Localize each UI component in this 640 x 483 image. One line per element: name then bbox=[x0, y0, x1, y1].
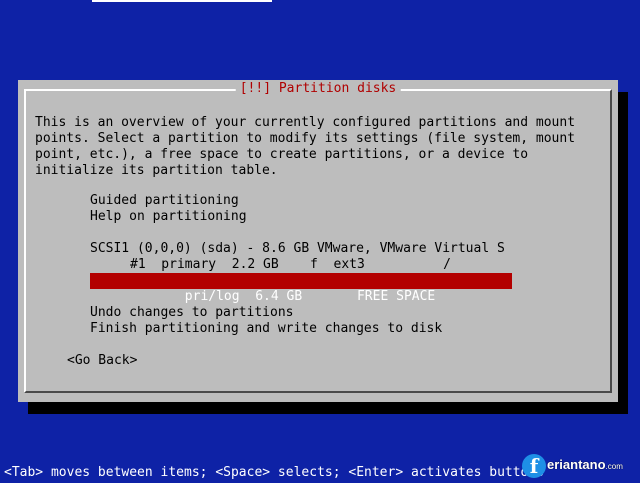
go-back-button[interactable]: <Go Back> bbox=[67, 353, 137, 369]
logo-suffix: .com bbox=[605, 462, 623, 471]
status-bar-hint: <Tab> moves between items; <Space> selec… bbox=[4, 465, 545, 480]
dialog-title: [!!] Partition disks bbox=[235, 81, 401, 97]
menu-item-partition-1[interactable]: #1 primary 2.2 GB f ext3 / bbox=[130, 257, 451, 273]
description-line-2: points. Select a partition to modify its… bbox=[35, 131, 576, 146]
menu-item-guided-partitioning[interactable]: Guided partitioning bbox=[90, 193, 239, 209]
partition-dialog: [!!] Partition disks This is an overview… bbox=[18, 80, 618, 402]
menu-item-free-space-selected[interactable]: pri/log 6.4 GB FREE SPACE bbox=[90, 273, 512, 304]
free-space-label: pri/log 6.4 GB FREE SPACE bbox=[161, 289, 436, 304]
menu-item-undo-changes[interactable]: Undo changes to partitions bbox=[90, 305, 294, 321]
description-line-4: initialize its partition table. bbox=[35, 163, 278, 178]
menu-item-finish-partitioning[interactable]: Finish partitioning and write changes to… bbox=[90, 321, 442, 337]
description-line-1: This is an overview of your currently co… bbox=[35, 115, 576, 130]
menu-item-disk-device[interactable]: SCSI1 (0,0,0) (sda) - 8.6 GB VMware, VMw… bbox=[90, 241, 505, 257]
watermark-logo: f eriantano.com bbox=[522, 453, 623, 479]
logo-text: eriantano.com bbox=[547, 457, 623, 475]
logo-name: eriantano bbox=[547, 457, 606, 472]
description-line-3: point, etc.), a free space to create par… bbox=[35, 147, 529, 162]
top-edge-strip bbox=[92, 0, 272, 2]
logo-f-icon: f bbox=[522, 454, 546, 478]
menu-item-help-on-partitioning[interactable]: Help on partitioning bbox=[90, 209, 247, 225]
